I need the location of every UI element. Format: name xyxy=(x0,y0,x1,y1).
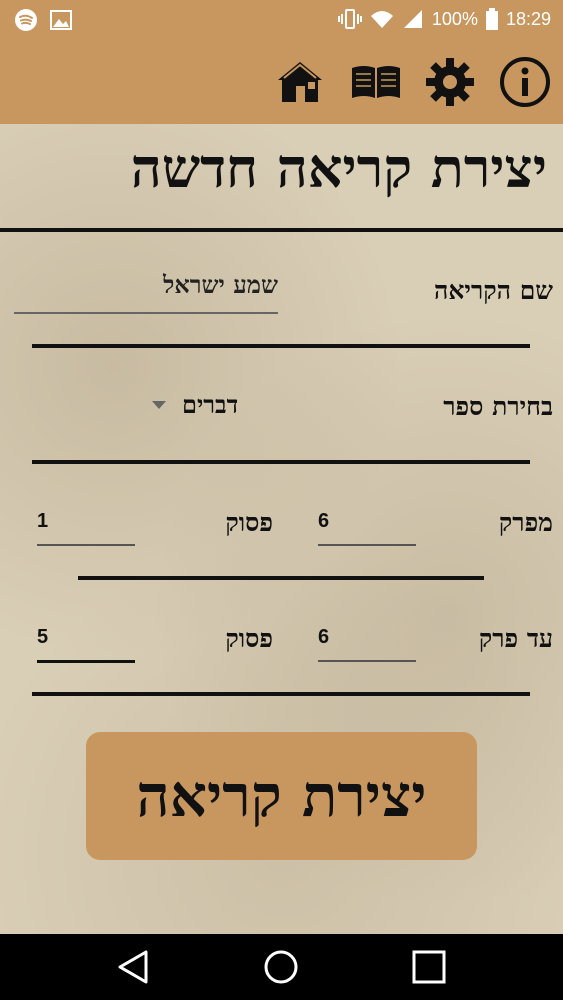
from-chapter-label: מפרק xyxy=(498,508,553,537)
main-content: יצירת קריאה חדשה שם הקריאה שמע ישראל בחי… xyxy=(0,124,563,934)
status-left xyxy=(14,8,72,32)
home-nav-icon[interactable] xyxy=(262,948,300,986)
from-verse-label: פסוק xyxy=(225,508,273,537)
title-divider xyxy=(0,228,563,232)
navigation-bar xyxy=(0,934,563,1000)
create-reading-label: יצירת קריאה xyxy=(136,762,427,830)
divider xyxy=(32,460,530,464)
reading-name-input[interactable]: שמע ישראל xyxy=(14,270,278,314)
gear-icon[interactable] xyxy=(424,56,476,108)
create-reading-button[interactable]: יצירת קריאה xyxy=(86,732,477,860)
vibrate-icon xyxy=(337,9,362,29)
to-verse-input[interactable]: 5 xyxy=(37,626,135,663)
from-chapter-input[interactable]: 6 xyxy=(318,510,416,546)
recents-icon[interactable] xyxy=(410,948,448,986)
reading-name-label: שם הקריאה xyxy=(433,276,553,305)
image-icon xyxy=(50,10,72,30)
wifi-icon xyxy=(370,11,393,28)
divider xyxy=(78,576,484,580)
status-right: 100% 18:29 xyxy=(337,8,551,30)
back-icon[interactable] xyxy=(114,948,152,986)
book-value: דברים xyxy=(182,390,239,419)
spotify-icon xyxy=(15,9,37,31)
to-verse-label: פסוק xyxy=(225,624,273,653)
signal-icon xyxy=(403,10,422,28)
app-bar xyxy=(0,38,563,124)
home-icon[interactable] xyxy=(274,56,326,108)
to-chapter-value: 6 xyxy=(318,626,330,648)
from-verse-input[interactable]: 1 xyxy=(37,510,135,546)
page-title: יצירת קריאה חדשה xyxy=(130,136,547,200)
book-label: בחירת ספר xyxy=(443,392,553,421)
divider xyxy=(32,344,530,348)
to-chapter-input[interactable]: 6 xyxy=(318,626,416,662)
battery-percent: 100% xyxy=(431,8,478,29)
to-verse-value: 5 xyxy=(37,626,49,648)
battery-icon xyxy=(485,8,498,30)
from-chapter-value: 6 xyxy=(318,510,330,532)
info-icon[interactable] xyxy=(499,56,551,108)
from-verse-value: 1 xyxy=(37,510,49,532)
reading-name-value: שמע ישראל xyxy=(163,270,278,299)
clock: 18:29 xyxy=(505,8,551,29)
book-dropdown[interactable]: דברים xyxy=(152,390,238,420)
to-chapter-label: עד פרק xyxy=(478,624,553,653)
book-icon[interactable] xyxy=(350,56,402,108)
chevron-down-icon xyxy=(152,401,166,409)
divider xyxy=(32,692,530,696)
status-bar: 100% 18:29 xyxy=(0,0,563,38)
